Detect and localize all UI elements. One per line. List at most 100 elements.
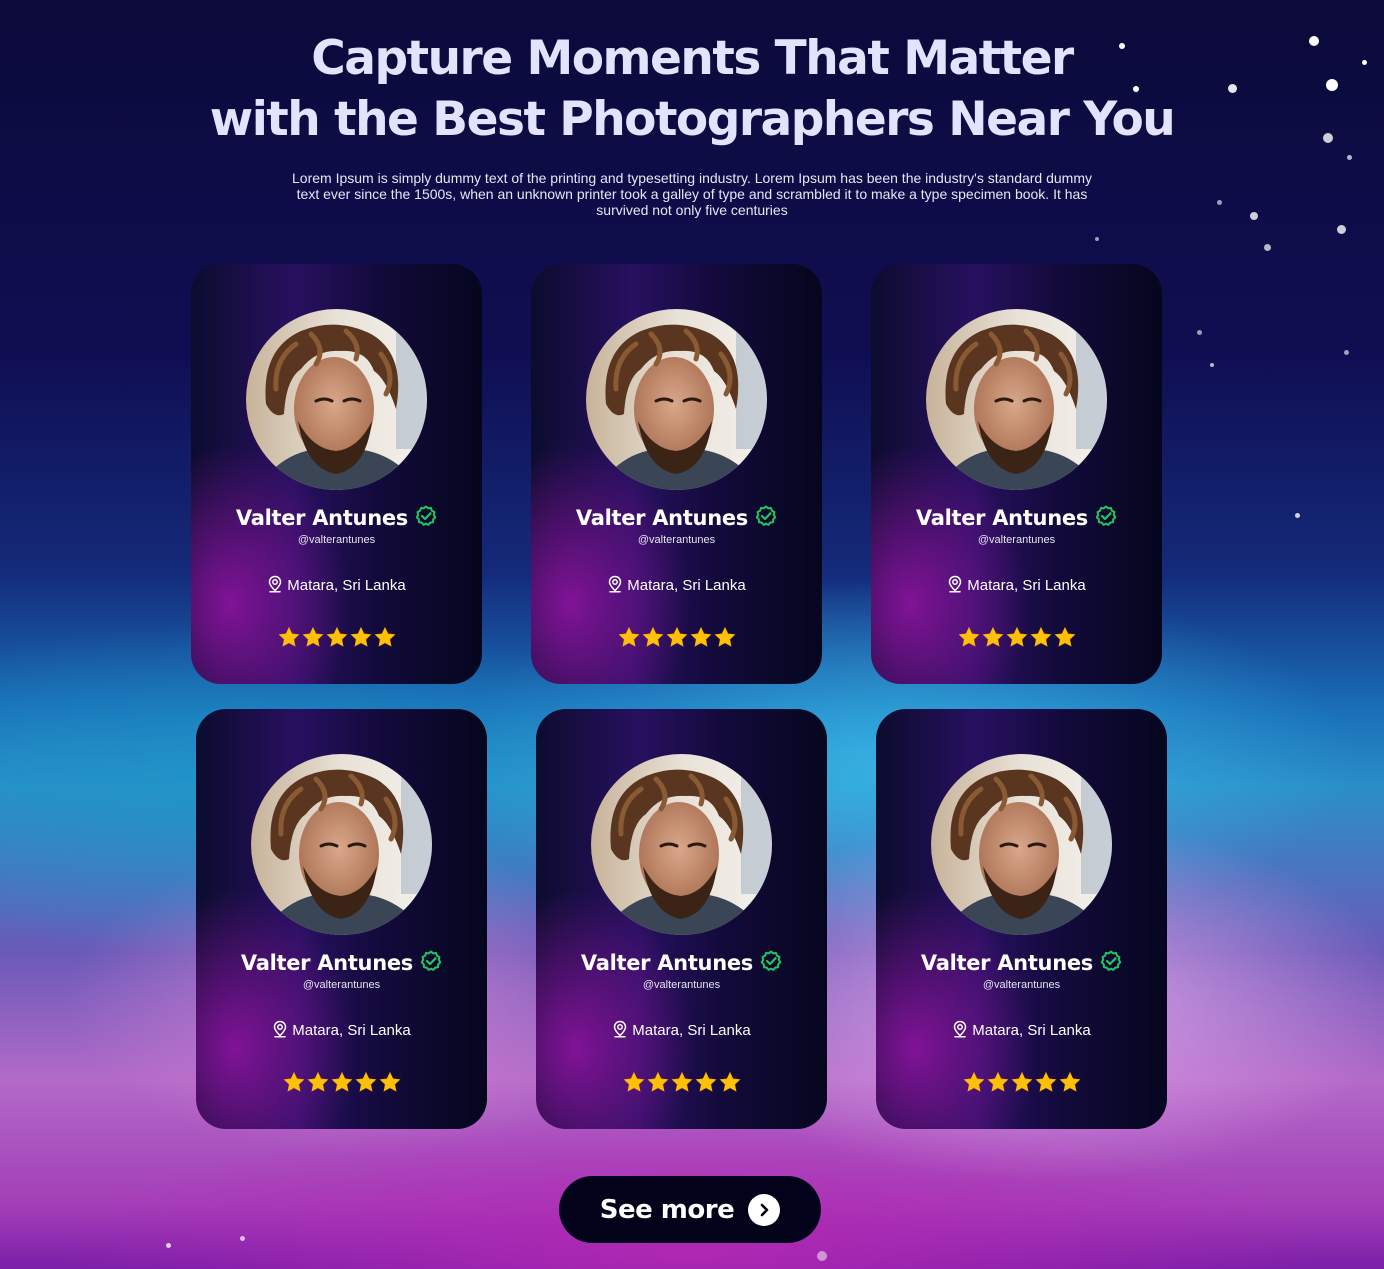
chevron-right-icon [748, 1193, 781, 1226]
location-text: Matara, Sri Lanka [287, 577, 406, 594]
star-icon [1006, 626, 1028, 652]
see-more-button[interactable]: See more [559, 1176, 821, 1243]
star-icon [326, 626, 348, 652]
star-icon [982, 626, 1004, 652]
star-icon [1035, 1071, 1057, 1097]
star-icon [623, 1071, 645, 1097]
location-pin-icon [607, 575, 627, 594]
star-icon [278, 626, 300, 652]
photographer-handle: @valterantunes [977, 534, 1056, 546]
photographer-handle: @valterantunes [297, 534, 376, 546]
star-icon [374, 626, 396, 652]
verified-badge-icon [415, 505, 437, 531]
hero-section: Capture Moments That Matter with the Bes… [0, 28, 1384, 218]
photographer-name: Valter Antunes [235, 506, 408, 530]
see-more-label: See more [599, 1194, 735, 1225]
background-star [817, 1251, 827, 1261]
rating-stars [536, 1071, 827, 1097]
rating-stars [196, 1071, 487, 1097]
rating-stars [191, 626, 482, 652]
star-icon [302, 626, 324, 652]
photographer-card[interactable]: Valter Antunes @valterantunes Matara, Sr… [196, 709, 487, 1129]
page-title: Capture Moments That Matter with the Bes… [0, 28, 1384, 150]
photographer-name: Valter Antunes [915, 506, 1088, 530]
background-star [1337, 225, 1346, 234]
verified-badge-icon [755, 505, 777, 531]
location-row: Matara, Sri Lanka [536, 1020, 827, 1039]
star-icon [958, 626, 980, 652]
location-pin-icon [612, 1020, 632, 1039]
avatar [251, 754, 432, 935]
rating-stars [876, 1071, 1167, 1097]
avatar [591, 754, 772, 935]
star-icon [642, 626, 664, 652]
star-icon [331, 1071, 353, 1097]
photographer-card[interactable]: Valter Antunes @valterantunes Matara, Sr… [531, 264, 822, 684]
background-star [1295, 513, 1300, 518]
name-row: Valter Antunes [871, 505, 1162, 531]
photographer-name: Valter Antunes [240, 951, 413, 975]
star-icon [695, 1071, 717, 1097]
location-text: Matara, Sri Lanka [292, 1022, 411, 1039]
star-icon [379, 1071, 401, 1097]
star-icon [647, 1071, 669, 1097]
name-row: Valter Antunes [531, 505, 822, 531]
star-icon [1059, 1071, 1081, 1097]
photographer-card[interactable]: Valter Antunes @valterantunes Matara, Sr… [871, 264, 1162, 684]
background-star [1344, 350, 1349, 355]
star-icon [307, 1071, 329, 1097]
photographer-handle: @valterantunes [637, 534, 716, 546]
name-row: Valter Antunes [196, 950, 487, 976]
star-icon [719, 1071, 741, 1097]
avatar [931, 754, 1112, 935]
location-row: Matara, Sri Lanka [531, 575, 822, 594]
star-icon [283, 1071, 305, 1097]
rating-stars [871, 626, 1162, 652]
avatar [586, 309, 767, 490]
location-row: Matara, Sri Lanka [191, 575, 482, 594]
background-star [1197, 330, 1202, 335]
photographer-handle: @valterantunes [982, 979, 1061, 991]
photographer-name: Valter Antunes [580, 951, 753, 975]
photographer-card[interactable]: Valter Antunes @valterantunes Matara, Sr… [876, 709, 1167, 1129]
star-icon [690, 626, 712, 652]
star-icon [618, 626, 640, 652]
photographer-card[interactable]: Valter Antunes @valterantunes Matara, Sr… [536, 709, 827, 1129]
photographer-name: Valter Antunes [920, 951, 1093, 975]
location-text: Matara, Sri Lanka [972, 1022, 1091, 1039]
avatar [246, 309, 427, 490]
background-star [1264, 244, 1271, 251]
photographer-handle: @valterantunes [302, 979, 381, 991]
background-star [240, 1236, 245, 1241]
location-text: Matara, Sri Lanka [967, 577, 1086, 594]
star-icon [1011, 1071, 1033, 1097]
name-row: Valter Antunes [191, 505, 482, 531]
photographer-card[interactable]: Valter Antunes @valterantunes Matara, Sr… [191, 264, 482, 684]
photographer-name: Valter Antunes [575, 506, 748, 530]
star-icon [714, 626, 736, 652]
location-pin-icon [952, 1020, 972, 1039]
location-pin-icon [272, 1020, 292, 1039]
star-icon [963, 1071, 985, 1097]
star-icon [355, 1071, 377, 1097]
background-star [1095, 237, 1099, 241]
star-icon [1054, 626, 1076, 652]
background-star [166, 1243, 171, 1248]
location-row: Matara, Sri Lanka [876, 1020, 1167, 1039]
verified-badge-icon [1095, 505, 1117, 531]
rating-stars [531, 626, 822, 652]
title-line-1: Capture Moments That Matter [311, 31, 1074, 86]
verified-badge-icon [420, 950, 442, 976]
star-icon [987, 1071, 1009, 1097]
background-star [1210, 363, 1214, 367]
verified-badge-icon [760, 950, 782, 976]
verified-badge-icon [1100, 950, 1122, 976]
location-row: Matara, Sri Lanka [196, 1020, 487, 1039]
location-pin-icon [267, 575, 287, 594]
location-text: Matara, Sri Lanka [632, 1022, 751, 1039]
star-icon [671, 1071, 693, 1097]
star-icon [350, 626, 372, 652]
avatar [926, 309, 1107, 490]
title-line-2: with the Best Photographers Near You [209, 92, 1176, 147]
name-row: Valter Antunes [876, 950, 1167, 976]
